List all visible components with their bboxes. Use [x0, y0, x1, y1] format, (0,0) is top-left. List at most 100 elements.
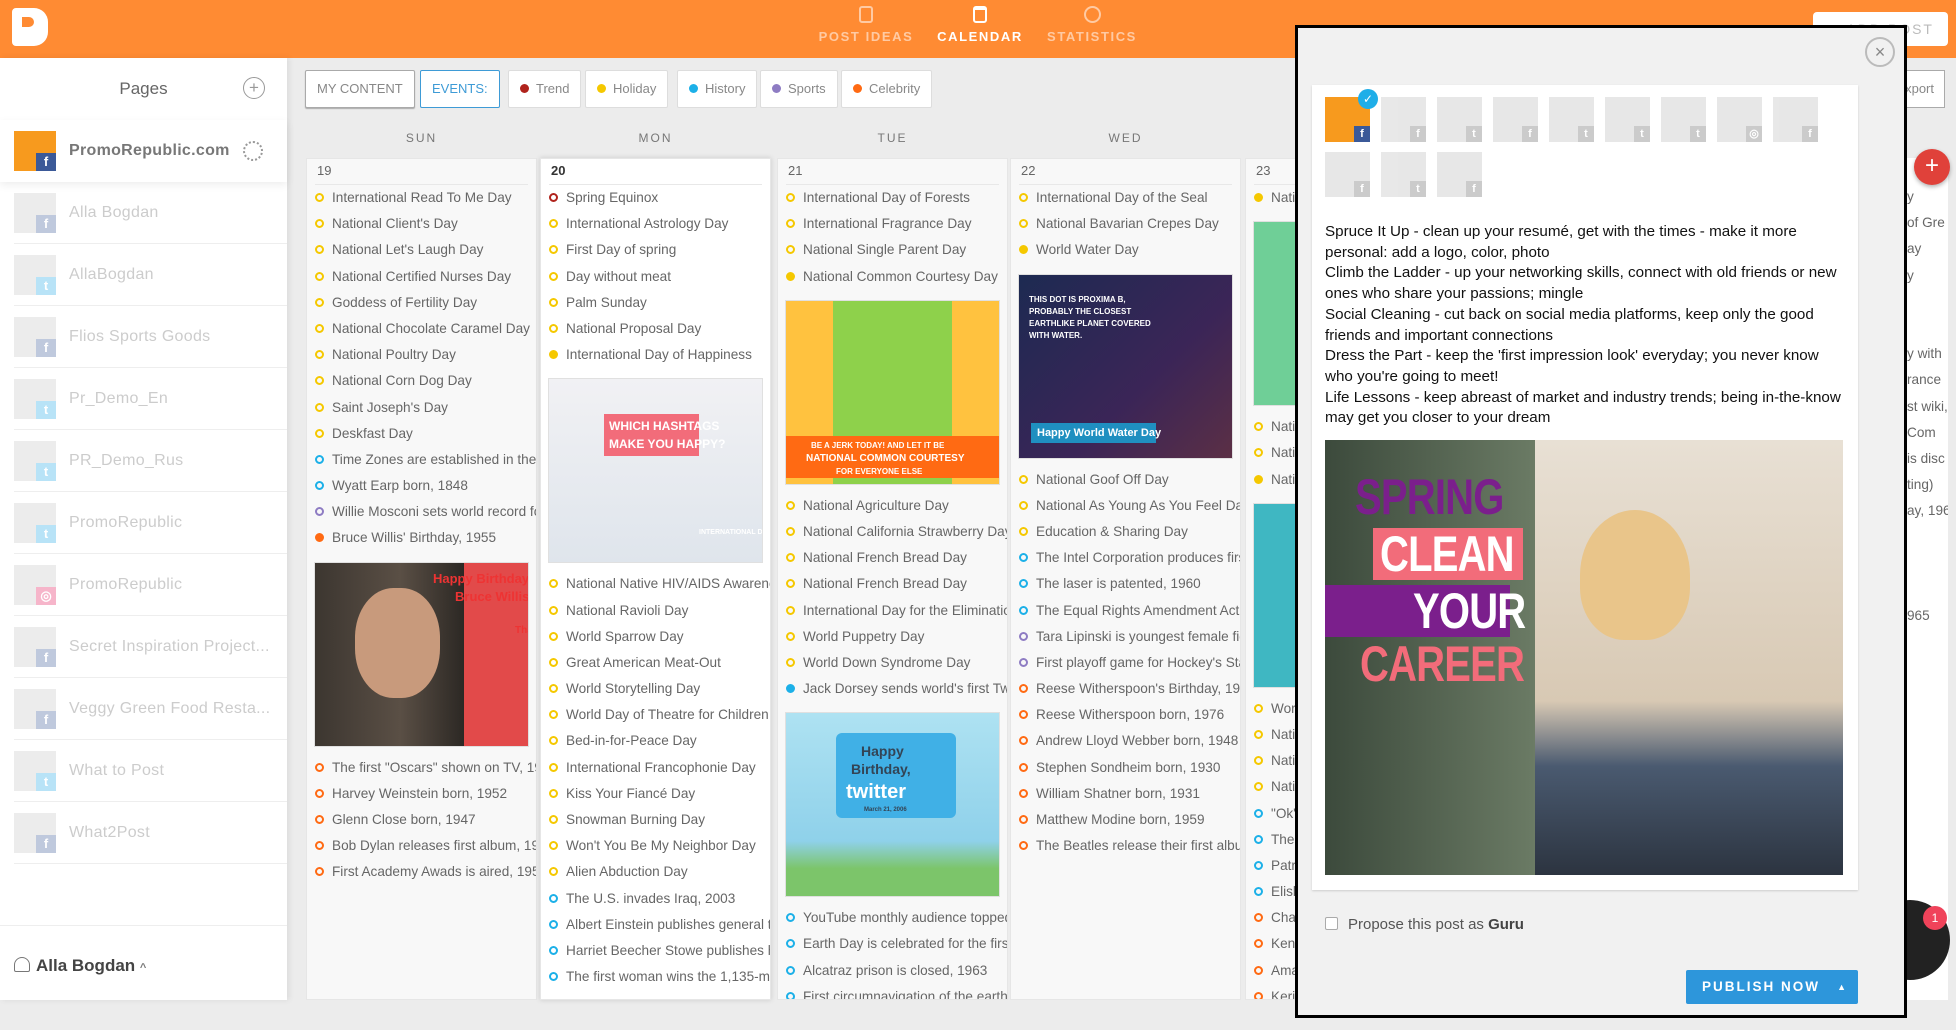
sidebar-page-item[interactable]: f What2Post — [14, 802, 287, 864]
account-avatar[interactable]: t — [1437, 97, 1482, 142]
sidebar-page-item[interactable]: t PromoRepublic — [14, 492, 287, 554]
event-item[interactable]: National Corn Dog Day — [307, 368, 536, 394]
event-item[interactable]: World Water Day — [1011, 237, 1240, 263]
event-item[interactable]: The first woman wins the 1,135-mil — [541, 964, 770, 990]
event-item[interactable]: National French Bread Day — [778, 571, 1007, 597]
event-item[interactable]: International Francophonie Day — [541, 755, 770, 781]
sidebar-page-item[interactable]: f Veggy Green Food Resta... — [14, 678, 287, 740]
event-item[interactable]: Bed-in-for-Peace Day — [541, 728, 770, 754]
event-image[interactable]: Happy Birthday, twitter March 21, 2006 — [785, 712, 1000, 898]
nav-statistics[interactable]: STATISTICS — [1032, 6, 1152, 44]
post-text[interactable]: Spruce It Up - clean up your resumé, get… — [1325, 222, 1850, 429]
event-item[interactable]: International Read To Me Day — [307, 185, 536, 211]
event-item[interactable]: International Day of Happiness — [541, 342, 770, 368]
account-avatar[interactable]: t — [1605, 97, 1650, 142]
event-item[interactable]: National French Bread Day — [778, 545, 1007, 571]
sidebar-page-item[interactable]: t Pr_Demo_En — [14, 368, 287, 430]
event-item[interactable]: Spring Equinox — [541, 185, 770, 211]
event-item[interactable]: Harvey Weinstein born, 1952 — [307, 781, 536, 807]
sidebar-page-item[interactable]: f Secret Inspiration Project... — [14, 616, 287, 678]
event-item[interactable]: The laser is patented, 1960 — [1011, 571, 1240, 597]
event-item[interactable]: Glenn Close born, 1947 — [307, 807, 536, 833]
event-item[interactable]: First circumnavigation of the earth — [778, 984, 1007, 999]
account-avatar[interactable]: t — [1381, 152, 1426, 197]
propose-guru-checkbox[interactable]: Propose this post as Guru — [1325, 916, 1524, 933]
filter-celebrity[interactable]: Celebrity — [841, 70, 933, 108]
event-item[interactable]: Jack Dorsey sends world's first Twe — [778, 676, 1007, 702]
account-avatar[interactable]: f — [1493, 97, 1538, 142]
account-avatar[interactable]: f ✓ — [1325, 89, 1378, 142]
event-item[interactable]: National Bavarian Crepes Day — [1011, 211, 1240, 237]
account-avatar[interactable]: f — [1773, 97, 1818, 142]
event-item[interactable]: Andrew Lloyd Webber born, 1948 — [1011, 728, 1240, 754]
event-item[interactable]: Reese Witherspoon born, 1976 — [1011, 702, 1240, 728]
filter-history[interactable]: History — [677, 70, 758, 108]
event-item[interactable]: Deskfast Day — [307, 421, 536, 447]
nav-post-ideas[interactable]: POST IDEAS — [806, 6, 926, 44]
event-item[interactable]: International Day of Forests — [778, 185, 1007, 211]
event-item[interactable]: National Chocolate Caramel Day — [307, 316, 536, 342]
event-item[interactable]: National Common Courtesy Day — [778, 264, 1007, 290]
filter-trend[interactable]: Trend — [508, 70, 582, 108]
sidebar-page-item[interactable]: t AllaBogdan — [14, 244, 287, 306]
event-item[interactable]: Goddess of Fertility Day — [307, 290, 536, 316]
event-item[interactable]: Great American Meat-Out — [541, 650, 770, 676]
sidebar-page-item[interactable]: f Alla Bogdan — [14, 182, 287, 244]
account-avatar[interactable]: f — [1381, 97, 1426, 142]
event-item[interactable]: Earth Day is celebrated for the first — [778, 931, 1007, 957]
event-image[interactable]: THIS DOT IS PROXIMA B, PROBABLY THE CLOSE… — [1018, 273, 1233, 459]
publish-now-button[interactable]: PUBLISH NOW ▲ — [1686, 970, 1858, 1004]
event-item[interactable]: Wyatt Earp born, 1848 — [307, 473, 536, 499]
filter-holiday[interactable]: Holiday — [585, 70, 669, 108]
event-item[interactable]: World Puppetry Day — [778, 624, 1007, 650]
event-item[interactable]: Reese Witherspoon's Birthday, 197 — [1011, 676, 1240, 702]
event-item[interactable]: International Day for the Eliminatio — [778, 598, 1007, 624]
event-item[interactable]: Tara Lipinski is youngest female figu — [1011, 624, 1240, 650]
event-item[interactable]: Matthew Modine born, 1959 — [1011, 807, 1240, 833]
event-image[interactable]: Happy Birthday, Bruce Willis! Thank you fo… — [314, 561, 529, 747]
event-image[interactable]: WHICH HASHTAGS MAKE YOU HAPPY? INTERNATION… — [548, 378, 763, 564]
event-item[interactable]: National California Strawberry Day — [778, 519, 1007, 545]
event-item[interactable]: Harriet Beecher Stowe publishes he — [541, 938, 770, 964]
event-item[interactable]: Time Zones are established in the — [307, 447, 536, 473]
filter-sports[interactable]: Sports — [760, 70, 838, 108]
event-item[interactable]: World Storytelling Day — [541, 676, 770, 702]
account-avatar[interactable]: f — [1437, 152, 1482, 197]
event-item[interactable]: First Academy Awads is aired, 1953 — [307, 859, 536, 885]
event-item[interactable]: Bob Dylan releases first album, 196 — [307, 833, 536, 859]
event-item[interactable]: Willie Mosconi sets world record fo — [307, 499, 536, 525]
caret-up-icon[interactable]: ▲ — [1837, 970, 1848, 1004]
account-avatar[interactable]: t — [1661, 97, 1706, 142]
account-avatar[interactable]: ◎ — [1717, 97, 1762, 142]
event-item[interactable]: Alien Abduction Day — [541, 859, 770, 885]
event-item[interactable]: Kiss Your Fiancé Day — [541, 781, 770, 807]
sidebar-page-item[interactable]: f Flios Sports Goods — [14, 306, 287, 368]
event-item[interactable]: International Astrology Day — [541, 211, 770, 237]
event-item[interactable]: Day without meat — [541, 264, 770, 290]
event-item[interactable]: Palm Sunday — [541, 290, 770, 316]
event-item[interactable]: National Proposal Day — [541, 316, 770, 342]
event-item[interactable]: The Beatles release their first albu — [1011, 833, 1240, 859]
event-item[interactable]: National Ravioli Day — [541, 598, 770, 624]
event-item[interactable]: First Day of spring — [541, 237, 770, 263]
sidebar-page-item[interactable]: ◎ PromoRepublic — [14, 554, 287, 616]
event-item[interactable]: The U.S. invades Iraq, 2003 — [541, 886, 770, 912]
event-item[interactable]: William Shatner born, 1931 — [1011, 781, 1240, 807]
event-item[interactable]: National Let's Laugh Day — [307, 237, 536, 263]
event-item[interactable]: Albert Einstein publishes general th — [541, 912, 770, 938]
user-menu[interactable]: Alla Bogdan ^ — [0, 925, 287, 1000]
event-item[interactable]: Education & Sharing Day — [1011, 519, 1240, 545]
gear-icon[interactable] — [243, 141, 263, 161]
event-item[interactable]: Stephen Sondheim born, 1930 — [1011, 755, 1240, 781]
event-image[interactable]: BE A JERK TODAY! AND LET IT BE NATIONAL C… — [785, 299, 1000, 485]
nav-calendar[interactable]: CALENDAR — [920, 6, 1040, 44]
close-icon[interactable]: × — [1865, 37, 1895, 67]
event-item[interactable]: Saint Joseph's Day — [307, 395, 536, 421]
event-item[interactable]: Alcatraz prison is closed, 1963 — [778, 958, 1007, 984]
event-item[interactable]: International Fragrance Day — [778, 211, 1007, 237]
sidebar-page-item[interactable]: t What to Post — [14, 740, 287, 802]
event-item[interactable]: National Certified Nurses Day — [307, 264, 536, 290]
event-item[interactable]: World Day of Theatre for Children — [541, 702, 770, 728]
event-item[interactable]: YouTube monthly audience topped — [778, 905, 1007, 931]
event-item[interactable]: National Agriculture Day — [778, 493, 1007, 519]
